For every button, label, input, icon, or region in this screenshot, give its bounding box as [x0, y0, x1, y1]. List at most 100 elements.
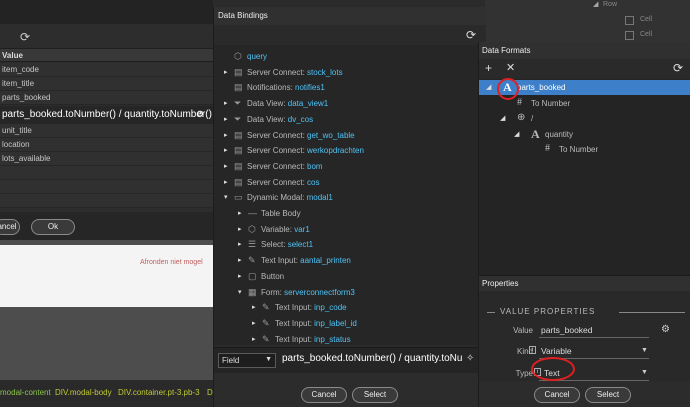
chevron-right-icon[interactable]: ▸ [238, 272, 242, 280]
chevron-right-icon[interactable]: ▸ [238, 225, 242, 233]
cancel-button[interactable]: ancel [0, 219, 20, 235]
tree-item[interactable]: ▾ ▦ Form: serverconnectform3 [214, 285, 486, 300]
tree-item[interactable]: ▸ ☰ Select: select1 [214, 237, 486, 252]
tree-item[interactable]: ▸ ▤ Server Connect: bom [214, 159, 486, 174]
chevron-down-icon[interactable]: ▾ [224, 193, 228, 201]
chevron-right-icon[interactable]: ▸ [224, 115, 228, 123]
data-bindings-dialog: Data Bindings ⟳ ⬡ query ▸ ▤ Server Connect: … [213, 7, 486, 407]
list-item[interactable]: parts_booked [0, 91, 213, 105]
tree-item-label: Notifications: notifies1 [247, 83, 325, 92]
format-icon[interactable]: ⚙ [661, 324, 670, 335]
expression-text: parts_booked.toNumber() / quantity.toNum… [2, 109, 212, 120]
tree-item[interactable]: ▸ — Table Body [214, 206, 486, 221]
tree-item[interactable]: ▸ ✎ Text Input: inp_status [214, 332, 486, 347]
number-type-icon: # [545, 143, 550, 154]
expand-icon[interactable]: ◢ [514, 130, 519, 138]
refresh-icon[interactable]: ⟳ [466, 28, 476, 42]
close-icon[interactable]: ✕ [506, 61, 515, 74]
caret-icon: ◢ [593, 1, 599, 8]
add-icon[interactable]: + [485, 61, 492, 75]
tree-item[interactable]: ▸ ✎ Text Input: aantal_printen [214, 253, 486, 268]
checkbox[interactable] [625, 16, 634, 25]
cancel-button[interactable]: Cancel [301, 387, 347, 403]
chevron-right-icon[interactable]: ▸ [224, 99, 228, 107]
chevron-right-icon[interactable]: ▸ [252, 319, 256, 327]
background-structure-panel: ◢ Row Cell Cell [485, 0, 690, 42]
list-item[interactable]: item_title [0, 77, 213, 91]
row-label: unit_title [2, 126, 32, 135]
database-icon: ▤ [234, 66, 243, 77]
tree-item[interactable]: ▸ ⏷ Data View: dv_cos [214, 112, 486, 127]
expression-row[interactable]: parts_booked.toNumber() / quantity.toNum… [0, 106, 213, 124]
tree-item[interactable]: ▸ ▤ Server Connect: cos [214, 175, 486, 190]
list-item[interactable]: unit_title [0, 124, 213, 138]
tree-item[interactable]: ▸ ▤ Server Connect: get_wo_table [214, 128, 486, 143]
tree-item-type: Server Connect: [247, 177, 308, 187]
format-tree-item[interactable]: # To Number [479, 142, 690, 157]
crumb-item[interactable]: modal-content [0, 388, 51, 397]
format-tree-item[interactable]: ◢ Aquantity [479, 127, 690, 142]
background-properties-panel: ⟳ Value item_code item_title parts_booke… [0, 0, 213, 407]
chevron-right-icon[interactable]: ▸ [252, 303, 256, 311]
chevron-right-icon[interactable]: ▸ [238, 209, 242, 217]
tree-item[interactable]: ▸ ⬡ Variable: var1 [214, 222, 486, 237]
tree-item[interactable]: ▸ ✎ Text Input: inp_label_id [214, 316, 486, 331]
chevron-right-icon[interactable]: ▸ [224, 68, 228, 76]
format-icon[interactable]: ⚙ [196, 109, 204, 120]
dash-icon: — [248, 208, 257, 218]
tree-item[interactable]: ⬡ query [214, 49, 486, 64]
tree-item-label: Button [261, 272, 284, 281]
database-icon: ▤ [234, 160, 243, 171]
refresh-icon[interactable]: ⟳ [20, 30, 34, 44]
tree-item-name: bom [307, 161, 323, 171]
database-icon: ▤ [234, 82, 243, 93]
expand-icon[interactable]: ◢ [500, 114, 505, 122]
tree-item[interactable]: ▸ ✎ Text Input: inp_code [214, 300, 486, 315]
refresh-icon[interactable]: ⟳ [673, 61, 683, 75]
value-field[interactable]: parts_booked [541, 325, 593, 335]
tree-item[interactable]: ▸ ▤ Server Connect: werkopdrachten [214, 143, 486, 158]
operator-icon: ⊕ [517, 112, 526, 123]
tree-item[interactable]: ▸ ▢ Button [214, 269, 486, 284]
chevron-right-icon[interactable]: ▸ [252, 335, 256, 343]
crumb-item[interactable]: D [207, 388, 213, 397]
chevron-down-icon[interactable]: ▾ [238, 288, 242, 296]
crumb-item[interactable]: DIV.modal-body [55, 388, 112, 397]
select-button[interactable]: Select [352, 387, 398, 403]
expression-input[interactable]: parts_booked.toNumber() / quantity.toNum… [282, 353, 462, 368]
database-icon: ▤ [234, 176, 243, 187]
expand-icon[interactable]: ◢ [486, 83, 491, 91]
format-tree-item[interactable]: ◢ ⊕ / [479, 111, 690, 126]
list-item[interactable]: location [0, 138, 213, 152]
chevron-right-icon[interactable]: ▸ [224, 146, 228, 154]
magic-wand-icon[interactable]: ✧ [466, 353, 474, 364]
tree-item[interactable]: ▤ Notifications: notifies1 [214, 80, 486, 95]
properties-header: Properties [479, 275, 690, 291]
crumb-item[interactable]: DIV.container.pt-3.pb-3 [118, 388, 200, 397]
chevron-right-icon[interactable]: ▸ [238, 240, 242, 248]
tree-item[interactable]: ▾ ▭ Dynamic Modal: modal1 [214, 190, 486, 205]
checkbox[interactable] [625, 31, 634, 40]
chevron-right-icon[interactable]: ▸ [224, 178, 228, 186]
tree-item-label: Form: serverconnectform3 [261, 288, 355, 297]
chevron-right-icon[interactable]: ▸ [238, 256, 242, 264]
list-item[interactable]: lots_available [0, 152, 213, 166]
field-select[interactable]: Field ▼ [218, 353, 276, 368]
tree-item-name: select1 [287, 240, 314, 250]
chevron-right-icon[interactable]: ▸ [224, 162, 228, 170]
row-label: location [2, 140, 30, 149]
row-label: lots_available [2, 154, 51, 163]
kind-select[interactable]: Variable [541, 346, 572, 356]
chevron-right-icon[interactable]: ▸ [224, 131, 228, 139]
dialog-button-bar: Cancel Select [479, 381, 690, 407]
tree-item-name: werkopdrachten [307, 146, 364, 156]
list-item[interactable]: item_code [0, 63, 213, 77]
select-button[interactable]: Select [585, 387, 631, 403]
pencil-icon: ✎ [262, 333, 270, 344]
breadcrumb: modal-content DIV.modal-body DIV.contain… [0, 380, 213, 407]
ok-button[interactable]: Ok [31, 219, 75, 235]
tree-item-type: Server Connect: [247, 161, 308, 171]
cancel-button[interactable]: Cancel [534, 387, 580, 403]
tree-item[interactable]: ▸ ▤ Server Connect: stock_lots [214, 65, 486, 80]
tree-item[interactable]: ▸ ⏷ Data View: data_view1 [214, 96, 486, 111]
